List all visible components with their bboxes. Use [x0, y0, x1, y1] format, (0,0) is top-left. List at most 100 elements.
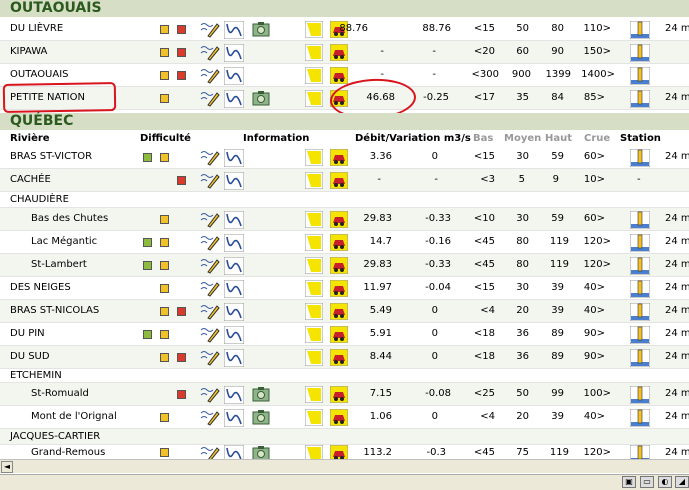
security-icon[interactable]: ◐	[658, 476, 672, 488]
wave-icon[interactable]	[224, 234, 244, 252]
river-name[interactable]: St-Romuald	[31, 383, 89, 405]
wave-icon[interactable]	[224, 67, 244, 85]
weather-sun-icon[interactable]	[305, 257, 323, 274]
car-icon[interactable]	[330, 67, 348, 84]
station-gauge-icon[interactable]	[630, 257, 650, 275]
resize-grip-icon[interactable]: ◢	[675, 476, 689, 488]
wave-icon[interactable]	[224, 303, 244, 321]
pen-icon[interactable]	[200, 280, 220, 297]
weather-sun-icon[interactable]	[305, 67, 323, 84]
table-row-group[interactable]: ETCHEMIN	[0, 369, 689, 383]
weather-sun-icon[interactable]	[305, 349, 323, 366]
camera-icon[interactable]	[252, 90, 270, 106]
table-row[interactable]: CACHÉE - - <3 5 9 10> -	[0, 169, 689, 192]
river-name[interactable]: Lac Mégantic	[31, 231, 97, 253]
table-row[interactable]: Lac Mégantic 14.7 -0.16 <45 80 119 120> …	[0, 231, 689, 254]
river-name[interactable]: Bas des Chutes	[31, 208, 108, 230]
table-row[interactable]: Mont de l'Orignal 1.06 0 <4 20 39 40> 24…	[0, 406, 689, 429]
table-row[interactable]: DES NEIGES 11.97 -0.04 <15 30 39 40> 24 …	[0, 277, 689, 300]
car-icon[interactable]	[330, 149, 348, 166]
station-gauge-icon[interactable]	[630, 280, 650, 298]
river-name[interactable]: DU PIN	[10, 323, 45, 345]
car-icon[interactable]	[330, 44, 348, 61]
car-icon[interactable]	[330, 303, 348, 320]
river-name[interactable]: KIPAWA	[10, 41, 47, 63]
wave-icon[interactable]	[224, 257, 244, 275]
river-name[interactable]: ETCHEMIN	[10, 369, 62, 382]
weather-sun-icon[interactable]	[305, 172, 323, 189]
wave-icon[interactable]	[224, 21, 244, 39]
station-gauge-icon[interactable]	[630, 44, 650, 62]
river-name[interactable]: Grand-Remous	[31, 445, 105, 459]
car-icon[interactable]	[330, 409, 348, 426]
wave-icon[interactable]	[224, 172, 244, 190]
camera-icon[interactable]	[252, 21, 270, 37]
station-gauge-icon[interactable]	[630, 211, 650, 229]
wave-icon[interactable]	[224, 349, 244, 367]
pen-icon[interactable]	[200, 445, 220, 460]
weather-sun-icon[interactable]	[305, 234, 323, 251]
weather-sun-icon[interactable]	[305, 386, 323, 403]
pen-icon[interactable]	[200, 257, 220, 274]
table-row[interactable]: DU PIN 5.91 0 <18 36 89 90> 24 m	[0, 323, 689, 346]
wave-icon[interactable]	[224, 90, 244, 108]
station-gauge-icon[interactable]	[630, 445, 650, 460]
car-icon[interactable]	[330, 386, 348, 403]
pen-icon[interactable]	[200, 386, 220, 403]
station-gauge-icon[interactable]	[630, 149, 650, 167]
table-row[interactable]: KIPAWA - - <20 60 90 150>	[0, 41, 689, 64]
pen-icon[interactable]	[200, 21, 220, 38]
station-gauge-icon[interactable]	[630, 21, 650, 39]
weather-sun-icon[interactable]	[305, 326, 323, 343]
wave-icon[interactable]	[224, 211, 244, 229]
car-icon[interactable]	[330, 234, 348, 251]
river-name[interactable]: DU SUD	[10, 346, 50, 368]
horizontal-scrollbar[interactable]: ◄	[0, 459, 689, 473]
station-gauge-icon[interactable]	[630, 326, 650, 344]
car-icon[interactable]	[330, 211, 348, 228]
car-icon[interactable]	[330, 172, 348, 189]
wave-icon[interactable]	[224, 44, 244, 62]
pen-icon[interactable]	[200, 349, 220, 366]
wave-icon[interactable]	[224, 149, 244, 167]
wave-icon[interactable]	[224, 280, 244, 298]
station-gauge-icon[interactable]	[630, 67, 650, 85]
station-gauge-icon[interactable]	[630, 90, 650, 108]
station-gauge-icon[interactable]	[630, 349, 650, 367]
car-icon[interactable]	[330, 326, 348, 343]
river-name[interactable]: BRAS ST-NICOLAS	[10, 300, 99, 322]
station-gauge-icon[interactable]	[630, 386, 650, 404]
weather-sun-icon[interactable]	[305, 211, 323, 228]
car-icon[interactable]	[330, 349, 348, 366]
river-name[interactable]: St-Lambert	[31, 254, 87, 276]
river-name[interactable]: BRAS ST-VICTOR	[10, 146, 92, 168]
weather-sun-icon[interactable]	[305, 44, 323, 61]
camera-icon[interactable]	[252, 445, 270, 460]
pen-icon[interactable]	[200, 326, 220, 343]
table-row[interactable]: Bas des Chutes 29.83 -0.33 <10 30 59 60>…	[0, 208, 689, 231]
wave-icon[interactable]	[224, 326, 244, 344]
table-row[interactable]: BRAS ST-NICOLAS 5.49 0 <4 20 39 40> 24 m	[0, 300, 689, 323]
table-row[interactable]: St-Romuald 7.15 -0.08 <25 50 99 100> 24 …	[0, 383, 689, 406]
weather-sun-icon[interactable]	[305, 445, 323, 460]
pen-icon[interactable]	[200, 149, 220, 166]
car-icon[interactable]	[330, 445, 348, 460]
weather-sun-icon[interactable]	[305, 90, 323, 107]
car-icon[interactable]	[330, 257, 348, 274]
pen-icon[interactable]	[200, 172, 220, 189]
camera-icon[interactable]	[252, 409, 270, 425]
river-name[interactable]: CACHÉE	[10, 169, 51, 191]
scroll-left-arrow-icon[interactable]: ◄	[1, 461, 13, 473]
station-gauge-icon[interactable]	[630, 234, 650, 252]
pen-icon[interactable]	[200, 303, 220, 320]
river-name[interactable]: Mont de l'Orignal	[31, 406, 117, 428]
river-name[interactable]: DU LIÈVRE	[10, 18, 63, 40]
car-icon[interactable]	[330, 280, 348, 297]
station-gauge-icon[interactable]	[630, 303, 650, 321]
camera-icon[interactable]	[252, 386, 270, 402]
river-name[interactable]: DES NEIGES	[10, 277, 71, 299]
weather-sun-icon[interactable]	[305, 280, 323, 297]
pen-icon[interactable]	[200, 234, 220, 251]
river-name[interactable]: JACQUES-CARTIER	[10, 429, 100, 444]
pen-icon[interactable]	[200, 67, 220, 84]
